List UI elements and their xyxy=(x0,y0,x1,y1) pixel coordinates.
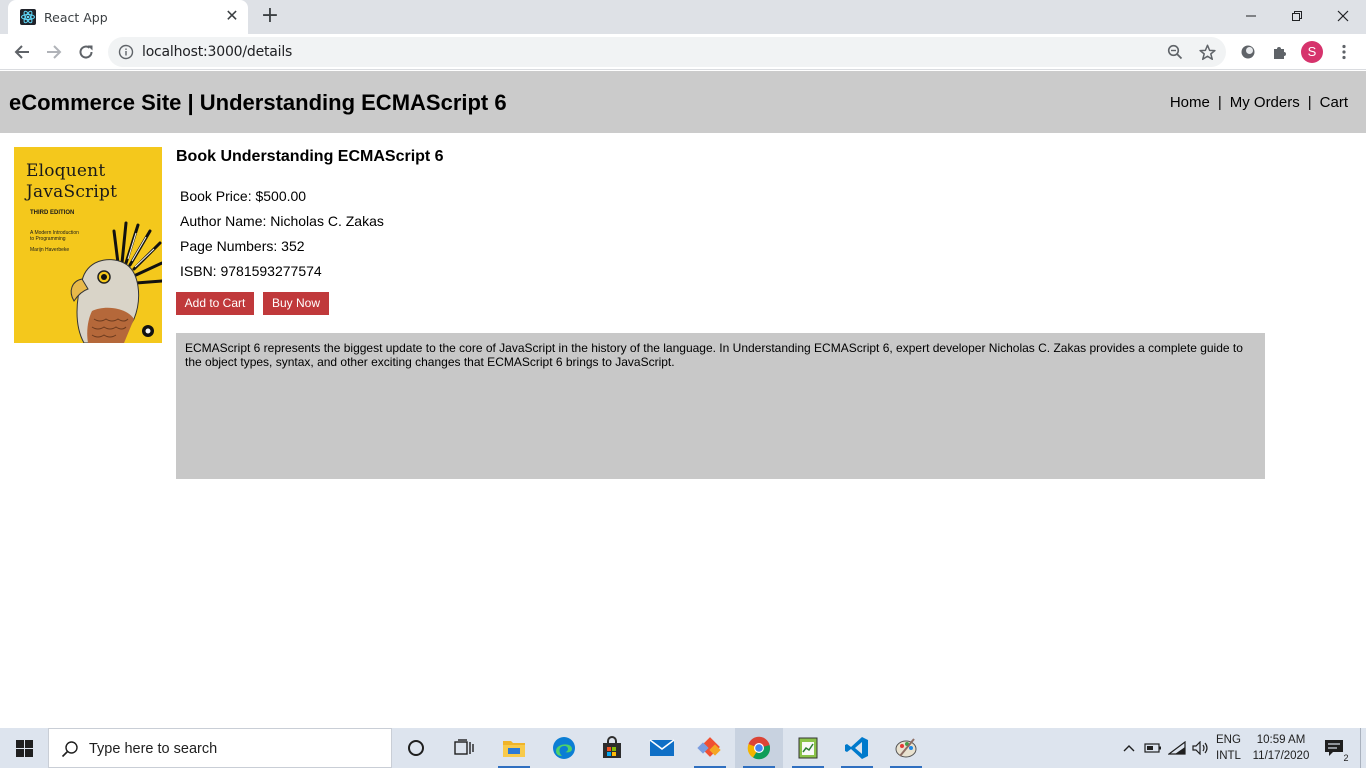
nav-separator: | xyxy=(1217,94,1222,111)
react-icon xyxy=(20,9,36,25)
taskbar-search-box[interactable]: Type here to search xyxy=(48,728,392,768)
cover-bird-illustration xyxy=(70,221,162,343)
search-placeholder: Type here to search xyxy=(89,741,218,757)
store-icon[interactable] xyxy=(588,728,636,768)
show-desktop-button[interactable] xyxy=(1360,728,1366,768)
nav-separator: | xyxy=(1307,94,1312,111)
book-title: Book Understanding ECMAScript 6 xyxy=(176,148,444,165)
book-description: ECMAScript 6 represents the biggest upda… xyxy=(176,333,1265,479)
site-header: eCommerce Site | Understanding ECMAScrip… xyxy=(0,71,1366,133)
browser-tab[interactable]: React App ✕ xyxy=(8,0,248,34)
address-bar[interactable]: localhost:3000/details xyxy=(108,37,1226,67)
cortana-icon[interactable] xyxy=(392,728,440,768)
buy-now-button[interactable]: Buy Now xyxy=(263,292,329,315)
windows-taskbar: Type here to search ENG INTL 10:59 AM 11… xyxy=(0,728,1366,768)
cover-title: Eloquent JavaScript xyxy=(26,161,117,203)
vscode-icon[interactable] xyxy=(833,728,881,768)
book-isbn: ISBN: 9781593277574 xyxy=(180,263,322,279)
browser-tab-strip: React App ✕ + xyxy=(0,0,1366,34)
chevron-up-icon[interactable] xyxy=(1118,728,1140,768)
taskbar-clock[interactable]: 10:59 AM 11/17/2020 xyxy=(1250,732,1312,764)
minimize-icon[interactable] xyxy=(1228,0,1274,32)
browser-toolbar: localhost:3000/details S xyxy=(0,34,1366,70)
book-cover-image: Eloquent JavaScript THIRD EDITION A Mode… xyxy=(14,147,162,343)
restore-icon[interactable] xyxy=(1274,0,1320,32)
tab-title: React App xyxy=(44,10,108,25)
git-icon[interactable] xyxy=(686,728,734,768)
paint-icon[interactable] xyxy=(882,728,930,768)
keyboard-layout: INTL xyxy=(1216,750,1241,762)
edge-icon[interactable] xyxy=(540,728,588,768)
language-indicator[interactable]: ENG INTL xyxy=(1216,732,1241,764)
search-icon xyxy=(61,741,78,758)
task-view-icon[interactable] xyxy=(440,728,488,768)
extensions-puzzle-icon[interactable] xyxy=(1268,40,1292,64)
notification-count-badge: 2 xyxy=(1340,752,1352,764)
profile-avatar[interactable]: S xyxy=(1301,41,1323,63)
battery-icon[interactable] xyxy=(1142,728,1164,768)
wifi-icon[interactable] xyxy=(1166,728,1188,768)
site-nav: Home | My Orders | Cart xyxy=(1170,94,1348,111)
language-code: ENG xyxy=(1216,734,1241,746)
cover-title-line1: Eloquent xyxy=(26,161,106,181)
reload-icon[interactable] xyxy=(74,40,98,64)
book-author: Author Name: Nicholas C. Zakas xyxy=(180,213,384,229)
notepad-icon[interactable] xyxy=(784,728,832,768)
nav-home-link[interactable]: Home xyxy=(1170,94,1210,111)
windows-start-icon[interactable] xyxy=(0,728,48,768)
site-title: eCommerce Site | Understanding ECMAScrip… xyxy=(9,90,507,115)
add-to-cart-button[interactable]: Add to Cart xyxy=(176,292,254,315)
cover-title-line2: JavaScript xyxy=(26,182,118,202)
nav-my-orders-link[interactable]: My Orders xyxy=(1230,94,1300,111)
chrome-icon[interactable] xyxy=(735,728,783,768)
back-icon[interactable] xyxy=(10,40,34,64)
nav-cart-link[interactable]: Cart xyxy=(1320,94,1348,111)
file-explorer-icon[interactable] xyxy=(490,728,538,768)
forward-icon[interactable] xyxy=(42,40,66,64)
zoom-icon[interactable] xyxy=(1166,43,1184,61)
volume-icon[interactable] xyxy=(1190,728,1212,768)
book-price: Book Price: $500.00 xyxy=(180,188,307,204)
close-window-icon[interactable] xyxy=(1320,0,1366,32)
bookmark-star-icon[interactable] xyxy=(1198,43,1216,61)
book-pages: Page Numbers: 352 xyxy=(180,238,305,254)
info-icon[interactable] xyxy=(118,44,134,60)
mail-icon[interactable] xyxy=(638,728,686,768)
clock-date: 11/17/2020 xyxy=(1252,750,1310,762)
clock-time: 10:59 AM xyxy=(1256,734,1306,746)
kebab-menu-icon[interactable] xyxy=(1332,40,1356,64)
close-tab-icon[interactable]: ✕ xyxy=(223,8,241,26)
url-text: localhost:3000/details xyxy=(142,44,293,60)
new-tab-icon[interactable]: + xyxy=(258,5,282,28)
extension-circle-icon[interactable] xyxy=(1236,40,1260,64)
